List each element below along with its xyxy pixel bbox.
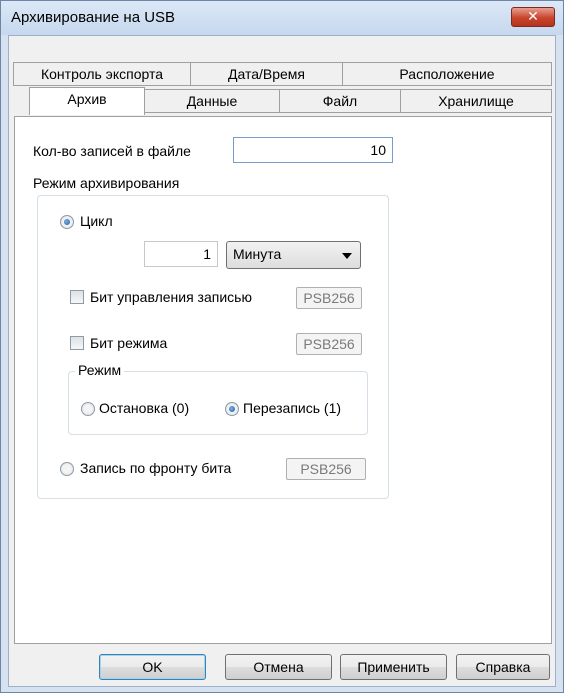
overwrite-label: Перезапись (1) bbox=[243, 400, 342, 416]
mode-bit-checkbox[interactable] bbox=[70, 336, 84, 350]
mode-subgroup-label: Режим bbox=[75, 362, 125, 378]
cycle-label: Цикл bbox=[80, 213, 113, 229]
tab-label: Расположение bbox=[399, 66, 495, 82]
cycle-interval-value: 1 bbox=[203, 246, 211, 262]
tab-location[interactable]: Расположение bbox=[342, 62, 552, 86]
stop-label: Остановка (0) bbox=[99, 400, 190, 416]
dialog-window: Архивирование на USB ✕ Контроль экспорта… bbox=[0, 0, 564, 693]
tab-storage[interactable]: Хранилище bbox=[400, 89, 552, 113]
cancel-button-label: Отмена bbox=[253, 659, 304, 675]
edge-record-radio[interactable] bbox=[60, 462, 74, 476]
archive-mode-group: Цикл 1 Минута Бит управления записью PSB… bbox=[37, 195, 389, 499]
tab-label: Файл bbox=[322, 93, 358, 109]
address-label: PSB256 bbox=[300, 461, 352, 477]
tab-label: Архив bbox=[67, 91, 107, 107]
address-label: PSB256 bbox=[303, 336, 355, 352]
record-control-bit-address-button[interactable]: PSB256 bbox=[296, 287, 362, 309]
stop-radio[interactable] bbox=[81, 402, 95, 416]
dialog-client-area: Контроль экспорта Дата/Время Расположени… bbox=[8, 35, 556, 687]
close-icon: ✕ bbox=[527, 8, 539, 24]
tab-label: Контроль экспорта bbox=[40, 66, 163, 82]
cancel-button[interactable]: Отмена bbox=[225, 654, 332, 680]
tab-label: Данные bbox=[186, 93, 238, 109]
address-label: PSB256 bbox=[303, 290, 355, 306]
archive-tab-panel: Кол-во записей в файле 10 Режим архивиро… bbox=[14, 116, 552, 644]
chevron-down-icon bbox=[342, 253, 352, 259]
edge-record-label: Запись по фронту бита bbox=[80, 460, 232, 476]
record-control-bit-checkbox[interactable] bbox=[70, 290, 84, 304]
help-button-label: Справка bbox=[475, 659, 531, 675]
cycle-unit-value: Минута bbox=[233, 246, 282, 262]
mode-bit-label: Бит режима bbox=[90, 335, 168, 351]
tab-file[interactable]: Файл bbox=[279, 89, 401, 113]
window-title: Архивирование на USB bbox=[11, 9, 176, 26]
tab-archive[interactable]: Архив bbox=[29, 87, 145, 115]
overwrite-radio[interactable] bbox=[225, 402, 239, 416]
mode-subgroup: Режим Остановка (0) Перезапись (1) bbox=[68, 362, 368, 435]
cycle-interval-input[interactable]: 1 bbox=[144, 241, 218, 267]
tab-export-control[interactable]: Контроль экспорта bbox=[13, 62, 191, 86]
archive-mode-label: Режим архивирования bbox=[33, 175, 180, 191]
ok-button[interactable]: OK bbox=[99, 654, 206, 680]
ok-button-label: OK bbox=[142, 659, 163, 675]
title-bar[interactable]: Архивирование на USB ✕ bbox=[1, 1, 563, 35]
apply-button[interactable]: Применить bbox=[340, 654, 447, 680]
cycle-radio[interactable] bbox=[60, 215, 74, 229]
edge-record-address-button[interactable]: PSB256 bbox=[286, 458, 366, 480]
records-per-file-input[interactable]: 10 bbox=[233, 137, 393, 163]
apply-button-label: Применить bbox=[357, 659, 430, 675]
help-button[interactable]: Справка bbox=[456, 654, 550, 680]
cycle-unit-select[interactable]: Минута bbox=[226, 241, 361, 269]
close-button[interactable]: ✕ bbox=[511, 7, 555, 27]
tab-label: Дата/Время bbox=[227, 66, 305, 82]
record-control-bit-label: Бит управления записью bbox=[90, 289, 252, 305]
records-per-file-value: 10 bbox=[370, 142, 386, 158]
tab-label: Хранилище bbox=[438, 93, 514, 109]
records-per-file-label: Кол-во записей в файле bbox=[33, 143, 191, 159]
tab-data[interactable]: Данные bbox=[144, 89, 280, 113]
tab-date-time[interactable]: Дата/Время bbox=[190, 62, 343, 86]
mode-bit-address-button[interactable]: PSB256 bbox=[296, 333, 362, 355]
